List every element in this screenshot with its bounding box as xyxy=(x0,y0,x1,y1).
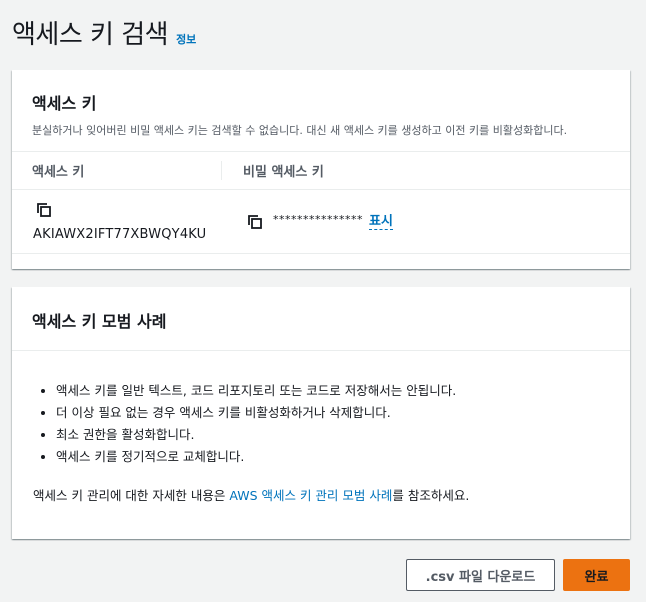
best-practices-list: 액세스 키를 일반 텍스트, 코드 리포지토리 또는 코드로 저장해서는 안됩니… xyxy=(56,382,456,470)
reference-text: 액세스 키 관리에 대한 자세한 내용은 AWS 액세스 키 관리 모범 사례를… xyxy=(33,485,469,504)
best-practices-panel-header: 액세스 키 모범 사례 xyxy=(12,287,630,351)
list-item: 최소 권한을 활성화합니다. xyxy=(56,426,456,448)
access-key-id: AKIAWX2IFT77XBWQY4KU xyxy=(33,227,207,242)
best-practices-panel: 액세스 키 모범 사례 액세스 키를 일반 텍스트, 코드 리포지토리 또는 코… xyxy=(12,287,630,539)
table-header: 액세스 키 비밀 액세스 키 xyxy=(12,151,630,190)
show-secret-link[interactable]: 표시 xyxy=(369,214,393,230)
access-key-panel-description: 분실하거나 잊어버린 비밀 액세스 키는 검색할 수 없습니다. 대신 새 액세… xyxy=(32,124,568,137)
table-row: AKIAWX2IFT77XBWQY4KU *************** 표시 xyxy=(12,190,630,254)
info-link[interactable]: 정보 xyxy=(176,31,196,47)
column-header-access-key: 액세스 키 xyxy=(12,161,222,180)
access-key-panel-header: 액세스 키 분실하거나 잊어버린 비밀 액세스 키는 검색할 수 없습니다. 대… xyxy=(12,70,630,138)
list-item: 더 이상 필요 없는 경우 액세스 키를 비활성화하거나 삭제합니다. xyxy=(56,404,456,426)
list-item: 액세스 키를 일반 텍스트, 코드 리포지토리 또는 코드로 저장해서는 안됩니… xyxy=(56,382,456,404)
best-practices-link[interactable]: AWS 액세스 키 관리 모범 사례 xyxy=(229,488,392,503)
best-practices-panel-title: 액세스 키 모범 사례 xyxy=(32,312,167,331)
page-header: 액세스 키 검색 정보 xyxy=(12,14,196,51)
copy-icon[interactable] xyxy=(36,202,52,218)
reference-prefix: 액세스 키 관리에 대한 자세한 내용은 xyxy=(33,488,230,503)
access-key-table: 액세스 키 비밀 액세스 키 AKIAWX2IFT77XBWQY4KU ****… xyxy=(12,151,630,254)
secret-access-key-masked: *************** xyxy=(273,213,363,226)
access-key-panel: 액세스 키 분실하거나 잊어버린 비밀 액세스 키는 검색할 수 없습니다. 대… xyxy=(12,70,630,269)
list-item: 액세스 키를 정기적으로 교체합니다. xyxy=(56,448,456,470)
download-csv-button[interactable]: .csv 파일 다운로드 xyxy=(406,559,555,591)
done-button[interactable]: 완료 xyxy=(563,559,630,591)
access-key-panel-title: 액세스 키 xyxy=(32,94,97,113)
column-header-secret-key: 비밀 액세스 키 xyxy=(243,165,324,180)
reference-suffix: 를 참조하세요. xyxy=(392,488,470,503)
copy-icon[interactable] xyxy=(247,214,263,230)
page-title: 액세스 키 검색 xyxy=(12,20,169,50)
